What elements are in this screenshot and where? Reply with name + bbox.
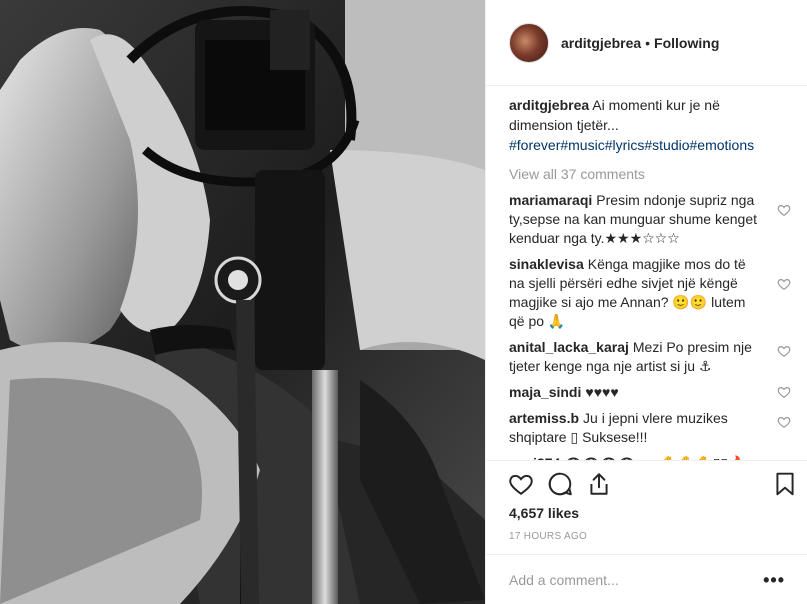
comment-username[interactable]: sinaklevisa: [509, 256, 584, 272]
bookmark-icon[interactable]: [772, 471, 798, 497]
caption-hashtags[interactable]: #forever#music#lyrics#studio#emotions: [509, 137, 754, 153]
comment-like-heart-icon[interactable]: [777, 203, 791, 217]
comment-username[interactable]: anital_lacka_karaj: [509, 339, 629, 355]
post-timestamp[interactable]: 17 HOURS AGO: [509, 531, 587, 542]
header-separator: •: [645, 34, 651, 51]
comment-username[interactable]: mariamaraqi: [509, 192, 592, 208]
comment-like-heart-icon[interactable]: [777, 415, 791, 429]
share-icon[interactable]: [586, 471, 612, 497]
view-all-comments-link[interactable]: View all 37 comments: [509, 164, 785, 184]
caption-username[interactable]: arditgjebrea: [509, 97, 589, 113]
comment-item: sinaklevisa Kënga magjike mos do të na sj…: [509, 255, 791, 331]
comment-item: anital_lacka_karaj Mezi Po presim nje tje…: [509, 338, 791, 376]
add-comment-bar: •••: [486, 554, 807, 604]
heart-icon[interactable]: [508, 471, 534, 497]
comment-like-heart-icon[interactable]: [777, 277, 791, 291]
comment-item: mariamaraqi Presim ndonje supriz nga ty,s…: [509, 191, 791, 248]
comment-username[interactable]: artemiss.b: [509, 410, 579, 426]
header-username[interactable]: arditgjebrea: [561, 35, 641, 51]
post-photo[interactable]: [0, 0, 485, 604]
comment-item: maja_sindi ♥♥♥♥: [509, 383, 791, 402]
comments-list[interactable]: arditgjebrea Ai momenti kur je në dimens…: [486, 87, 807, 460]
post-sidebar: arditgjebrea • Following arditgjebrea Ai…: [485, 0, 807, 604]
add-comment-input[interactable]: [509, 571, 764, 588]
likes-count[interactable]: 4,657 likes: [509, 505, 579, 521]
action-icon-row: [508, 471, 798, 497]
post-actions: 4,657 likes 17 HOURS AGO: [486, 460, 807, 554]
comment-like-heart-icon[interactable]: [777, 385, 791, 399]
studio-microphone-image: [0, 0, 485, 604]
post-caption: arditgjebrea Ai momenti kur je në dimens…: [509, 95, 771, 155]
more-options-button[interactable]: •••: [763, 571, 785, 589]
comment-username[interactable]: maja_sindi: [509, 384, 581, 400]
avatar[interactable]: [509, 22, 549, 63]
comment-item: artemiss.b Ju i jepni vlere muzikes shqip…: [509, 409, 791, 447]
comment-text: ♥♥♥♥: [585, 384, 619, 400]
following-button[interactable]: Following: [654, 35, 719, 51]
comment-like-heart-icon[interactable]: [777, 344, 791, 358]
post-header: arditgjebrea • Following: [486, 0, 807, 86]
comment-icon[interactable]: [547, 471, 573, 497]
